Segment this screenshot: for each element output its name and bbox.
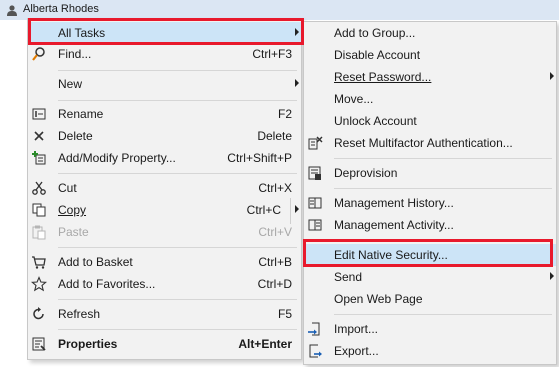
cut-label: Cut: [58, 181, 77, 195]
find-shortcut: Ctrl+F3: [252, 47, 292, 61]
menu-item-reset-password[interactable]: Reset Password...: [304, 66, 556, 88]
menu-separator: [334, 188, 552, 189]
cut-shortcut: Ctrl+X: [258, 181, 292, 195]
rename-icon: [31, 106, 47, 122]
menu-item-reset-mfa[interactable]: Reset Multifactor Authentication...: [304, 132, 556, 154]
delete-icon: [31, 128, 47, 144]
menu-item-management-history[interactable]: Management History...: [304, 192, 556, 214]
add-modify-property-label: Add/Modify Property...: [58, 151, 176, 165]
management-activity-icon: [307, 217, 323, 233]
menu-item-find[interactable]: Find... Ctrl+F3: [28, 43, 301, 65]
submenu-arrow-icon: [295, 205, 299, 213]
menu-separator: [58, 247, 297, 248]
menu-separator: [58, 329, 297, 330]
menu-separator: [58, 299, 297, 300]
copy-icon: [31, 202, 47, 218]
menu-item-refresh[interactable]: Refresh F5: [28, 303, 301, 325]
highlight-all-tasks: [28, 18, 304, 45]
reset-password-label: Reset Password...: [334, 70, 432, 84]
add-to-basket-label: Add to Basket: [58, 255, 133, 269]
copy-label: Copy: [58, 203, 87, 217]
export-icon: [307, 343, 323, 359]
export-label: Export...: [334, 344, 379, 358]
context-menu: All Tasks Find... Ctrl+F3 New Rename F2 …: [27, 18, 302, 360]
refresh-shortcut: F5: [277, 307, 292, 321]
add-to-basket-shortcut: Ctrl+B: [258, 255, 292, 269]
rename-label: Rename: [58, 107, 104, 121]
menu-item-import[interactable]: Import...: [304, 318, 556, 340]
menu-separator: [58, 70, 297, 71]
disable-account-label: Disable Account: [334, 48, 421, 62]
paste-label: Paste: [58, 225, 89, 239]
user-icon: [7, 5, 17, 16]
management-activity-label: Management Activity...: [334, 218, 454, 232]
management-history-label: Management History...: [334, 196, 454, 210]
menu-item-management-activity[interactable]: Management Activity...: [304, 214, 556, 236]
find-icon: [31, 46, 47, 62]
submenu-arrow-icon: [295, 79, 299, 87]
menu-item-properties[interactable]: Properties Alt+Enter: [28, 333, 301, 355]
menu-separator: [334, 314, 552, 315]
import-label: Import...: [334, 322, 379, 336]
menu-item-copy[interactable]: Copy Ctrl+C: [28, 199, 301, 221]
menu-item-add-to-group[interactable]: Add to Group...: [304, 22, 556, 44]
delete-shortcut: Delete: [257, 129, 292, 143]
move-label: Move...: [334, 92, 374, 106]
properties-label: Properties: [58, 337, 118, 351]
reset-mfa-icon: [307, 135, 323, 151]
add-to-favorites-label: Add to Favorites...: [58, 277, 156, 291]
reset-mfa-label: Reset Multifactor Authentication...: [334, 136, 513, 150]
star-icon: [31, 276, 47, 292]
title-bar: Alberta Rhodes: [0, 0, 559, 20]
rename-shortcut: F2: [277, 107, 292, 121]
submenu-arrow-icon: [550, 72, 554, 80]
menu-item-move[interactable]: Move...: [304, 88, 556, 110]
refresh-icon: [31, 306, 47, 322]
copy-shortcut: Ctrl+C: [246, 203, 281, 217]
menu-item-new[interactable]: New: [28, 73, 301, 95]
add-to-favorites-shortcut: Ctrl+D: [257, 277, 292, 291]
menu-separator: [58, 100, 297, 101]
send-label: Send: [334, 270, 363, 284]
add-property-icon: [31, 150, 47, 166]
menu-separator: [334, 158, 552, 159]
open-web-page-label: Open Web Page: [334, 292, 423, 306]
management-history-icon: [307, 195, 323, 211]
unlock-account-label: Unlock Account: [334, 114, 417, 128]
menu-item-unlock-account[interactable]: Unlock Account: [304, 110, 556, 132]
column-divider: [290, 198, 291, 224]
basket-icon: [31, 254, 47, 270]
deprovision-icon: [307, 165, 323, 181]
menu-item-add-modify-property[interactable]: Add/Modify Property... Ctrl+Shift+P: [28, 147, 301, 169]
menu-item-rename[interactable]: Rename F2: [28, 103, 301, 125]
highlight-edit-native-security: [303, 239, 553, 267]
find-label: Find...: [58, 47, 92, 61]
menu-item-open-web-page[interactable]: Open Web Page: [304, 288, 556, 310]
paste-shortcut: Ctrl+V: [258, 225, 292, 239]
menu-item-paste[interactable]: Paste Ctrl+V: [28, 221, 301, 243]
menu-item-delete[interactable]: Delete Delete: [28, 125, 301, 147]
menu-item-export[interactable]: Export...: [304, 340, 556, 362]
menu-item-add-to-favorites[interactable]: Add to Favorites... Ctrl+D: [28, 273, 301, 295]
import-icon: [307, 321, 323, 337]
delete-label: Delete: [58, 129, 93, 143]
menu-item-send[interactable]: Send: [304, 266, 556, 288]
scissors-icon: [31, 180, 47, 196]
paste-icon: [31, 224, 47, 240]
menu-item-add-to-basket[interactable]: Add to Basket Ctrl+B: [28, 251, 301, 273]
menu-item-deprovision[interactable]: Deprovision: [304, 162, 556, 184]
add-modify-property-shortcut: Ctrl+Shift+P: [227, 151, 292, 165]
add-to-group-label: Add to Group...: [334, 26, 416, 40]
all-tasks-submenu: Add to Group... Disable Account Reset Pa…: [303, 21, 557, 365]
properties-icon: [31, 336, 47, 352]
properties-shortcut: Alt+Enter: [238, 337, 292, 351]
new-label: New: [58, 77, 83, 91]
menu-item-disable-account[interactable]: Disable Account: [304, 44, 556, 66]
submenu-arrow-icon: [550, 272, 554, 280]
deprovision-label: Deprovision: [334, 166, 398, 180]
menu-item-cut[interactable]: Cut Ctrl+X: [28, 177, 301, 199]
refresh-label: Refresh: [58, 307, 101, 321]
user-name: Alberta Rhodes: [23, 3, 99, 15]
menu-separator: [58, 173, 297, 174]
